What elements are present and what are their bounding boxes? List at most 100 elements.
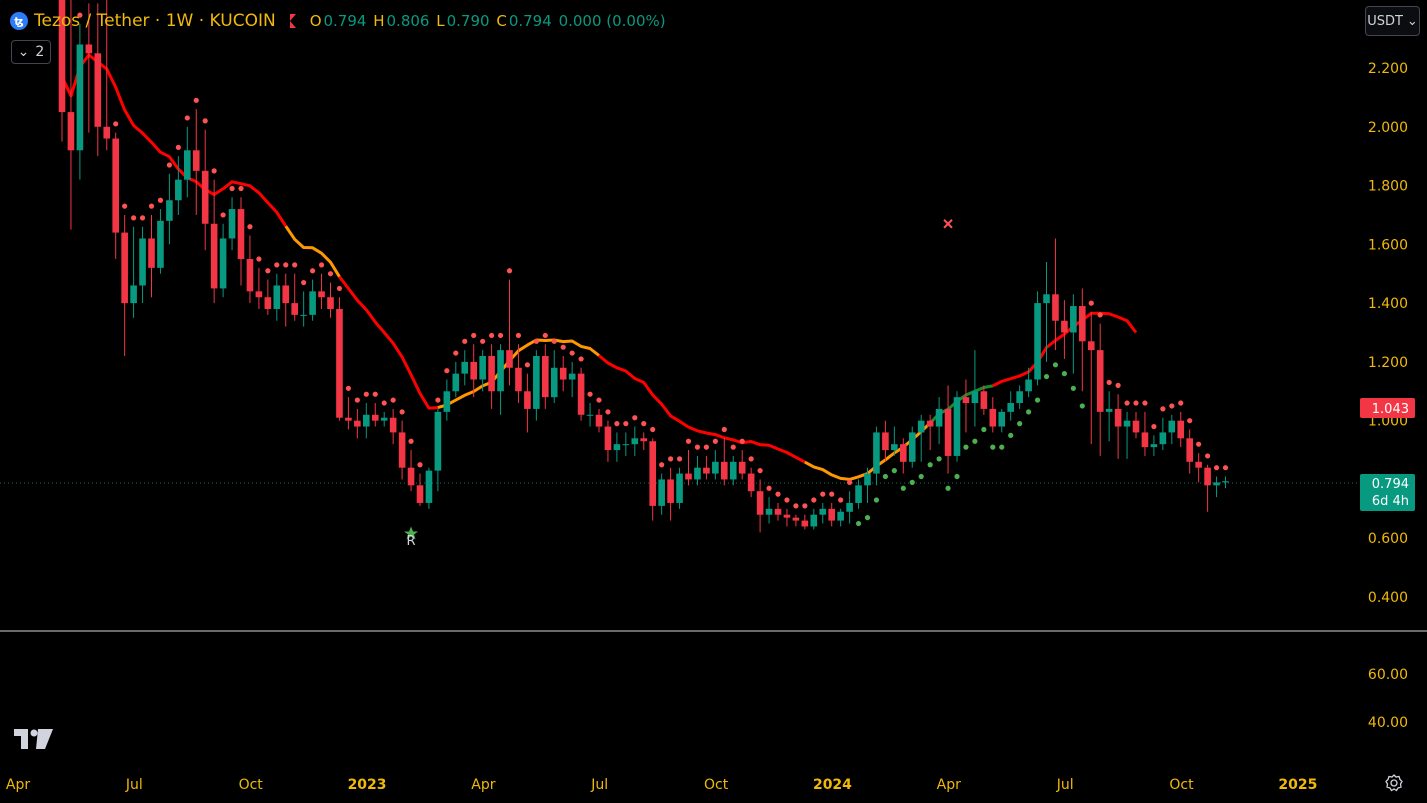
candle (783, 508, 791, 527)
trailing-dot (981, 426, 987, 433)
candle-body (139, 238, 146, 286)
candle (1177, 411, 1185, 448)
candle (192, 109, 200, 215)
candle-body (452, 373, 460, 392)
trailing-dot (659, 462, 665, 468)
trailing-dot (157, 197, 164, 203)
indicator-collapse-button[interactable]: ⌄ 2 (11, 40, 51, 64)
symbol-title[interactable]: Tezos / Tether · 1W · KUCOIN (34, 11, 276, 31)
reversal-label: R (407, 534, 416, 549)
trailing-dot (999, 444, 1005, 450)
candle-body (363, 414, 370, 427)
trailing-dot (363, 391, 369, 397)
trailing-dot (506, 268, 513, 274)
price-axis: 2.2002.0001.8001.6001.4001.2001.0000.600… (1368, 61, 1408, 606)
candle-body (201, 170, 209, 224)
candle (148, 214, 155, 298)
trailing-dot (936, 456, 942, 462)
candle-body (479, 356, 486, 380)
candle (130, 226, 137, 318)
candle (542, 344, 549, 409)
trailing-dot (730, 444, 736, 450)
candle-body (1213, 482, 1220, 486)
candle (953, 391, 961, 462)
candle-body (1007, 403, 1014, 412)
countdown-label: 6d 4h (1372, 494, 1409, 509)
settings-gear-icon[interactable] (1384, 773, 1404, 793)
trend-segment (338, 275, 438, 410)
candle (398, 420, 406, 480)
candle-body (783, 514, 791, 518)
x-tick-label: Oct (239, 777, 264, 793)
x-tick-label: Jul (125, 777, 143, 793)
candle (882, 420, 889, 462)
lower-pane-tick-label: 40.00 (1368, 715, 1408, 731)
trailing-dot (256, 256, 262, 262)
candle (1123, 411, 1131, 459)
candle-body (210, 223, 218, 289)
candle-body (434, 411, 442, 471)
trailing-dot (721, 426, 727, 433)
trailing-dot (202, 118, 208, 124)
tradingview-logo[interactable] (14, 729, 54, 751)
candle-body (300, 314, 307, 316)
trailing-dot (739, 438, 745, 444)
candle-body (318, 291, 325, 298)
candle (380, 411, 388, 427)
candle (1213, 476, 1220, 498)
candle (917, 414, 925, 462)
candle (139, 226, 146, 304)
price-chart[interactable]: 2.2002.0001.8001.6001.4001.2001.0000.600… (0, 0, 1427, 803)
candle-body (336, 308, 343, 418)
candle-body (926, 420, 934, 427)
trailing-dot (972, 438, 978, 444)
candle (622, 432, 630, 456)
trailing-dot (354, 397, 360, 403)
trailing-dot (1133, 400, 1139, 406)
candle-body (694, 467, 701, 480)
candle (944, 385, 952, 474)
trailing-dot (283, 262, 289, 268)
trailing-dot (184, 115, 190, 121)
candle-body (873, 432, 880, 474)
candle (336, 297, 343, 421)
trailing-dot (766, 485, 772, 491)
candle-body (568, 373, 576, 380)
candle-body (801, 520, 809, 527)
sell-signal-x-icon (943, 219, 953, 229)
candle-body (1168, 420, 1176, 433)
candle-body (192, 150, 200, 171)
candle (112, 132, 119, 260)
candle (389, 408, 397, 445)
candle-body (765, 508, 773, 515)
candle-body (1061, 320, 1068, 333)
trailing-dot (855, 520, 862, 527)
candle-body (703, 467, 710, 474)
candle (184, 126, 191, 198)
trailing-dot (542, 332, 548, 339)
trailing-dot (963, 444, 969, 450)
candle-body (908, 432, 916, 462)
candle-body (175, 179, 182, 201)
candle-body (756, 491, 764, 515)
trailing-dot (703, 444, 710, 450)
candle (649, 438, 656, 521)
candle (318, 273, 325, 309)
trailing-dot (220, 212, 226, 218)
currency-button[interactable]: USDT ⌄ (1365, 6, 1420, 36)
high-value: 0.806 (386, 12, 430, 30)
candle (291, 273, 298, 321)
candle (1114, 394, 1122, 459)
candle (774, 502, 782, 521)
candle-body (989, 408, 997, 427)
trailing-dot (444, 368, 450, 374)
candle-body (604, 426, 612, 451)
candle (1168, 414, 1176, 445)
flag-icon[interactable] (289, 14, 296, 28)
candle (810, 508, 818, 530)
candle-body (237, 209, 245, 260)
candle-body (586, 414, 594, 416)
candle (685, 450, 692, 486)
trailing-dot (632, 415, 638, 421)
trailing-dot (1213, 465, 1220, 471)
